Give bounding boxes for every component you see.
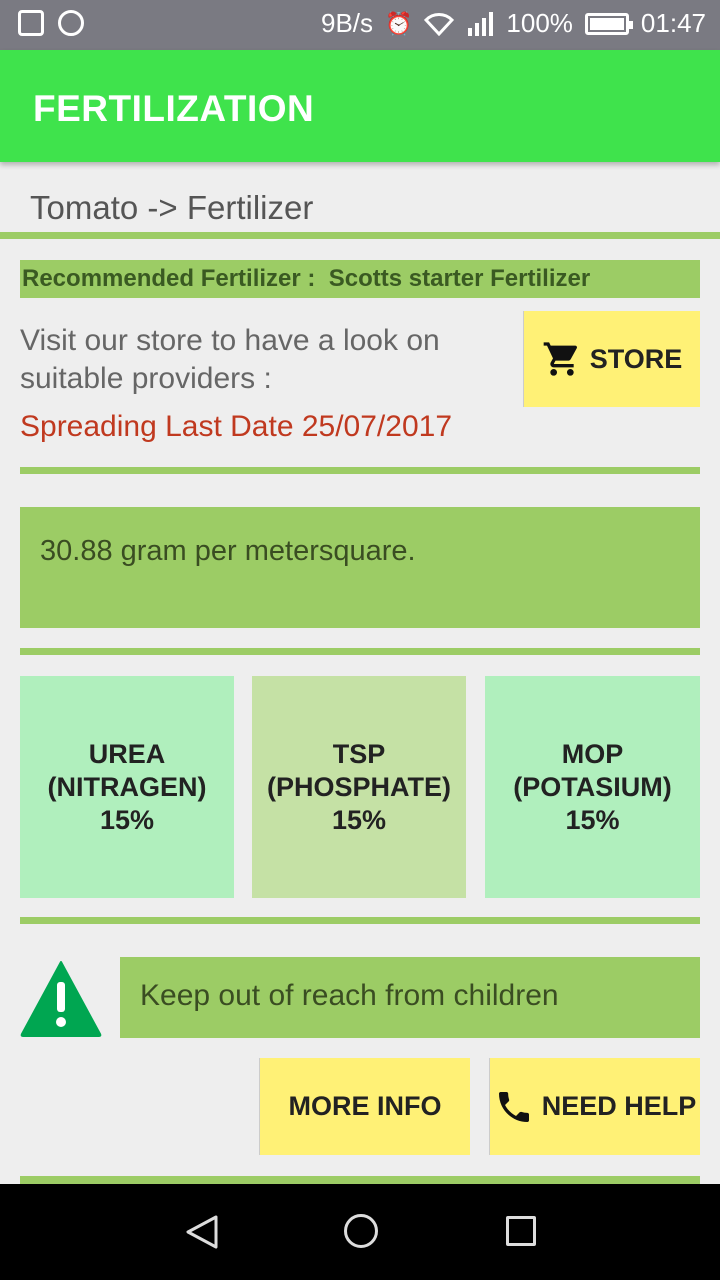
nutrient-name: UREA [88, 738, 166, 769]
nutrient-card-mop: MOP (POTASIUM) 15% [485, 676, 700, 898]
home-icon[interactable] [344, 1214, 378, 1248]
nutrient-name: MOP [561, 738, 624, 769]
store-button[interactable]: STORE [524, 311, 700, 407]
store-button-label: STORE [589, 343, 683, 374]
divider [20, 1176, 700, 1184]
status-bar: 9B/s ⏰ 100% 01:47 [0, 0, 720, 50]
breadcrumb: Tomato -> Fertilizer [30, 189, 314, 226]
need-help-button[interactable]: NEED HELP [490, 1058, 700, 1155]
clock: 01:47 [640, 8, 706, 38]
nutrient-card-tsp: TSP (PHOSPHATE) 15% [252, 676, 466, 898]
nutrient-card-urea: UREA (NITRAGEN) 15% [20, 676, 234, 898]
more-info-label: MORE INFO [288, 1091, 442, 1121]
nutrient-sub: (PHOSPHATE) [266, 771, 451, 802]
nutrient-name: TSP [332, 738, 386, 769]
battery-icon [584, 12, 633, 35]
nutrient-percent: 15% [99, 804, 155, 835]
nutrient-percent: 15% [565, 804, 620, 835]
visit-store-text: Visit our store to have a look on suitab… [20, 324, 440, 395]
more-info-button[interactable]: MORE INFO [260, 1058, 470, 1155]
back-icon[interactable] [184, 1214, 220, 1250]
recommended-value: Scotts starter Fertilizer [328, 265, 591, 292]
divider [20, 648, 700, 655]
spreading-last-date: Spreading Last Date 25/07/2017 [20, 410, 452, 443]
gallery-notification-icon [18, 10, 44, 36]
divider [0, 232, 720, 239]
wifi-icon [424, 12, 455, 36]
recent-apps-icon[interactable] [506, 1216, 536, 1246]
signal-icon [468, 11, 494, 36]
nutrient-sub: (POTASIUM) [513, 771, 672, 802]
divider [20, 467, 700, 474]
nutrient-sub: (NITRAGEN) [47, 771, 207, 802]
phone-icon [498, 1091, 529, 1122]
warning-icon [20, 961, 102, 1037]
battery-percent: 100% [506, 8, 573, 38]
amount-box: 30.88 gram per metersquare. [20, 507, 700, 628]
system-navigation-bar [0, 1184, 720, 1280]
warning-text: Keep out of reach from children [140, 979, 559, 1012]
warning-box: Keep out of reach from children [120, 957, 700, 1038]
network-speed: 9B/s [320, 8, 374, 38]
shopping-cart-icon [543, 342, 577, 376]
divider [20, 917, 700, 924]
app-bar: FERTILIZATION [0, 50, 720, 162]
recommended-label: Recommended Fertilizer : [22, 265, 316, 292]
amount-text: 30.88 gram per metersquare. [40, 535, 416, 567]
alarm-icon: ⏰ [385, 10, 413, 36]
whatsapp-notification-icon [58, 10, 84, 36]
recommended-fertilizer-bar: Recommended Fertilizer : Scotts starter … [20, 260, 700, 298]
nutrient-percent: 15% [331, 804, 387, 835]
need-help-label: NEED HELP [541, 1091, 697, 1121]
page-title: FERTILIZATION [33, 88, 315, 129]
